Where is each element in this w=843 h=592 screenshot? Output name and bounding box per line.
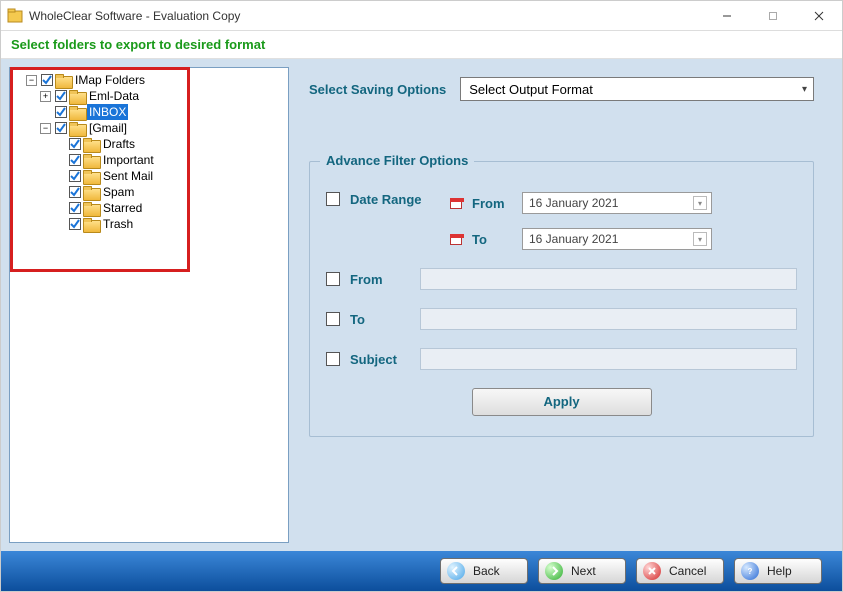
- advance-filter-fieldset: Advance Filter Options Date Range From 1…: [309, 161, 814, 437]
- calendar-icon: [450, 234, 462, 245]
- to-filter-label: To: [350, 312, 410, 327]
- subject-filter-label: Subject: [350, 352, 410, 367]
- window-title: WholeClear Software - Evaluation Copy: [29, 9, 240, 23]
- cancel-icon: [643, 562, 661, 580]
- tree-checkbox[interactable]: [55, 106, 67, 118]
- tree-checkbox[interactable]: [55, 90, 67, 102]
- tree-toggle[interactable]: −: [40, 123, 51, 134]
- folder-icon: [69, 122, 85, 135]
- tree-item-label[interactable]: Spam: [101, 184, 136, 200]
- next-icon: [545, 562, 563, 580]
- calendar-icon: [450, 198, 462, 209]
- from-filter-label: From: [350, 272, 410, 287]
- subject-checkbox[interactable]: [326, 352, 340, 366]
- folder-icon: [83, 154, 99, 167]
- folder-icon: [55, 74, 71, 87]
- advance-filter-legend: Advance Filter Options: [320, 153, 474, 168]
- tree-item-label[interactable]: [Gmail]: [87, 120, 129, 136]
- tree-item-label[interactable]: Starred: [101, 200, 144, 216]
- app-icon: [7, 8, 23, 24]
- tree-item-label[interactable]: Sent Mail: [101, 168, 155, 184]
- folder-icon: [83, 186, 99, 199]
- tree-toggle[interactable]: −: [26, 75, 37, 86]
- to-checkbox[interactable]: [326, 312, 340, 326]
- titlebar: WholeClear Software - Evaluation Copy: [1, 1, 842, 31]
- tree-checkbox[interactable]: [69, 218, 81, 230]
- back-button[interactable]: Back: [440, 558, 528, 584]
- folder-icon: [83, 170, 99, 183]
- from-checkbox[interactable]: [326, 272, 340, 286]
- folder-icon: [83, 202, 99, 215]
- chevron-down-icon: ▾: [693, 232, 707, 246]
- config-panel: Select Saving Options Select Output Form…: [299, 67, 834, 543]
- tree-item-label[interactable]: Drafts: [101, 136, 137, 152]
- tree-checkbox[interactable]: [69, 154, 81, 166]
- chevron-down-icon: ▾: [693, 196, 707, 210]
- output-format-select[interactable]: Select Output Format ▾: [460, 77, 814, 101]
- tree-checkbox[interactable]: [41, 74, 53, 86]
- svg-text:?: ?: [748, 567, 753, 576]
- tree-checkbox[interactable]: [69, 170, 81, 182]
- date-to-label: To: [472, 232, 512, 247]
- tree-item-label[interactable]: Eml-Data: [87, 88, 141, 104]
- date-to-input[interactable]: 16 January 2021 ▾: [522, 228, 712, 250]
- subject-filter-input[interactable]: [420, 348, 797, 370]
- to-filter-input[interactable]: [420, 308, 797, 330]
- cancel-button[interactable]: Cancel: [636, 558, 724, 584]
- tree-toggle[interactable]: +: [40, 91, 51, 102]
- date-from-label: From: [472, 196, 512, 211]
- app-window: WholeClear Software - Evaluation Copy Se…: [0, 0, 843, 592]
- date-from-input[interactable]: 16 January 2021 ▾: [522, 192, 712, 214]
- date-range-checkbox[interactable]: [326, 192, 340, 206]
- back-icon: [447, 562, 465, 580]
- output-format-value: Select Output Format: [469, 82, 593, 97]
- tree-item-label[interactable]: Important: [101, 152, 156, 168]
- from-filter-input[interactable]: [420, 268, 797, 290]
- wizard-button-bar: Back Next Cancel ? Help: [1, 551, 842, 591]
- minimize-button[interactable]: [704, 1, 750, 31]
- instruction-text: Select folders to export to desired form…: [1, 31, 842, 59]
- folder-icon: [69, 106, 85, 119]
- tree-checkbox[interactable]: [55, 122, 67, 134]
- tree-checkbox[interactable]: [69, 202, 81, 214]
- folder-icon: [83, 218, 99, 231]
- folder-tree: − IMap Folders + Eml-Data: [12, 72, 286, 232]
- saving-options-label: Select Saving Options: [309, 82, 446, 97]
- next-button[interactable]: Next: [538, 558, 626, 584]
- tree-item-label[interactable]: INBOX: [87, 104, 128, 120]
- help-button[interactable]: ? Help: [734, 558, 822, 584]
- folder-icon: [69, 90, 85, 103]
- chevron-down-icon: ▾: [802, 84, 807, 95]
- restore-button[interactable]: [750, 1, 796, 31]
- close-button[interactable]: [796, 1, 842, 31]
- apply-button[interactable]: Apply: [472, 388, 652, 416]
- tree-checkbox[interactable]: [69, 138, 81, 150]
- folder-tree-panel: − IMap Folders + Eml-Data: [9, 67, 289, 543]
- body-area: − IMap Folders + Eml-Data: [1, 59, 842, 551]
- date-range-label: Date Range: [350, 192, 440, 207]
- tree-root-label[interactable]: IMap Folders: [73, 72, 147, 88]
- tree-item-label[interactable]: Trash: [101, 216, 135, 232]
- folder-icon: [83, 138, 99, 151]
- tree-checkbox[interactable]: [69, 186, 81, 198]
- help-icon: ?: [741, 562, 759, 580]
